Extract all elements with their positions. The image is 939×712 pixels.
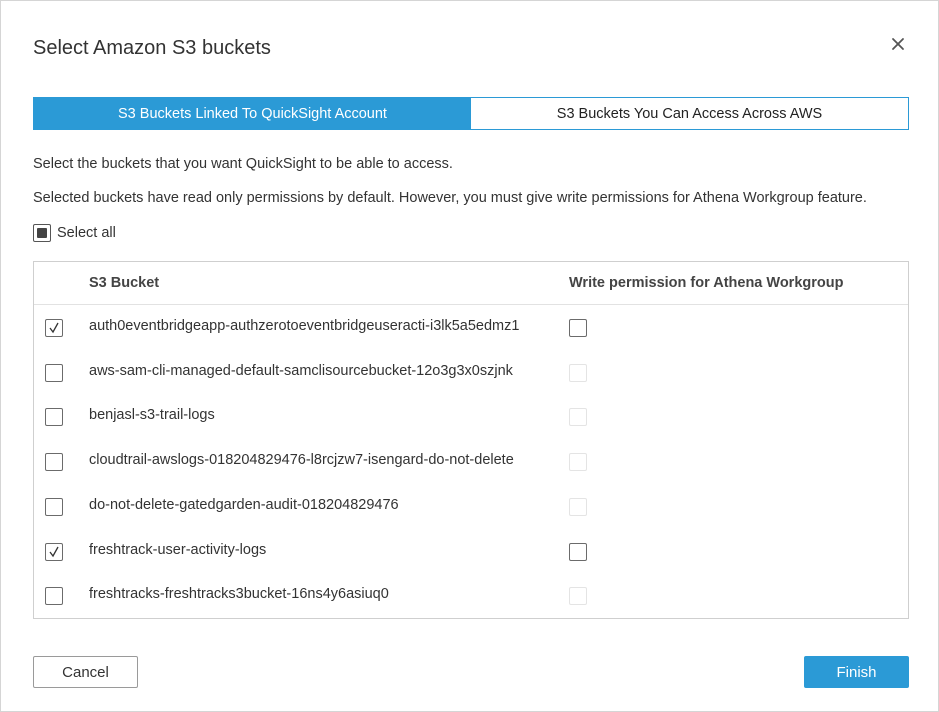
dialog-title: Select Amazon S3 buckets <box>33 37 271 59</box>
bucket-select-checkbox[interactable] <box>45 497 63 516</box>
bucket-name: benjasl-s3-trail-logs <box>89 407 215 424</box>
bucket-name: auth0eventbridgeapp-authzerotoeventbridg… <box>89 318 520 334</box>
select-all-label: Select all <box>57 225 116 241</box>
bucket-name: cloudtrail-awslogs-018204829476-l8rcjzw7… <box>89 452 514 469</box>
bucket-select-checkbox[interactable] <box>45 587 63 606</box>
table-header: S3 Bucket Write permission for Athena Wo… <box>34 262 908 305</box>
write-permission-checkbox[interactable] <box>569 319 587 337</box>
bucket-select-checkbox[interactable] <box>45 542 63 561</box>
table-row: benjasl-s3-trail-logs <box>34 395 908 440</box>
tab-linked-buckets[interactable]: S3 Buckets Linked To QuickSight Account <box>34 98 471 129</box>
buckets-table: S3 Bucket Write permission for Athena Wo… <box>33 261 909 619</box>
bucket-select-checkbox[interactable] <box>45 319 63 337</box>
description-line-2: Selected buckets have read only permissi… <box>33 190 867 206</box>
write-permission-checkbox <box>569 408 587 427</box>
column-header-write-permission: Write permission for Athena Workgroup <box>569 275 844 291</box>
checkmark-icon <box>49 322 59 334</box>
table-row: freshtrack-user-activity-logs <box>34 530 908 575</box>
indeterminate-icon <box>37 228 47 238</box>
table-row: cloudtrail-awslogs-018204829476-l8rcjzw7… <box>34 440 908 485</box>
select-all-control[interactable]: Select all <box>33 224 116 242</box>
column-header-bucket: S3 Bucket <box>89 275 160 291</box>
write-permission-checkbox <box>569 587 587 606</box>
bucket-select-checkbox[interactable] <box>45 363 63 382</box>
description-line-1: Select the buckets that you want QuickSi… <box>33 156 453 172</box>
bucket-name: freshtrack-user-activity-logs <box>89 541 267 558</box>
bucket-name: do-not-delete-gatedgarden-audit-01820482… <box>89 496 399 513</box>
bucket-select-checkbox[interactable] <box>45 408 63 427</box>
write-permission-checkbox <box>569 497 587 516</box>
checkmark-icon <box>49 546 59 557</box>
bucket-select-checkbox[interactable] <box>45 453 63 472</box>
table-row: auth0eventbridgeapp-authzerotoeventbridg… <box>34 306 908 351</box>
finish-button[interactable]: Finish <box>804 656 909 688</box>
write-permission-checkbox <box>569 363 587 382</box>
bucket-name: freshtracks-freshtracks3bucket-16ns4y6as… <box>89 586 389 603</box>
write-permission-checkbox[interactable] <box>569 542 587 561</box>
select-all-checkbox[interactable] <box>33 224 51 242</box>
table-row: aws-sam-cli-managed-default-samclisource… <box>34 351 908 396</box>
bucket-source-tabs: S3 Buckets Linked To QuickSight Account … <box>33 97 909 130</box>
cancel-button[interactable]: Cancel <box>33 656 138 688</box>
close-icon[interactable] <box>887 33 909 55</box>
table-row: do-not-delete-gatedgarden-audit-01820482… <box>34 485 908 530</box>
table-row: freshtracks-freshtracks3bucket-16ns4y6as… <box>34 574 908 619</box>
select-s3-buckets-dialog: Select Amazon S3 buckets S3 Buckets Link… <box>0 0 939 712</box>
write-permission-checkbox <box>569 453 587 472</box>
tab-across-aws-buckets[interactable]: S3 Buckets You Can Access Across AWS <box>471 98 908 129</box>
bucket-name: aws-sam-cli-managed-default-samclisource… <box>89 362 513 379</box>
